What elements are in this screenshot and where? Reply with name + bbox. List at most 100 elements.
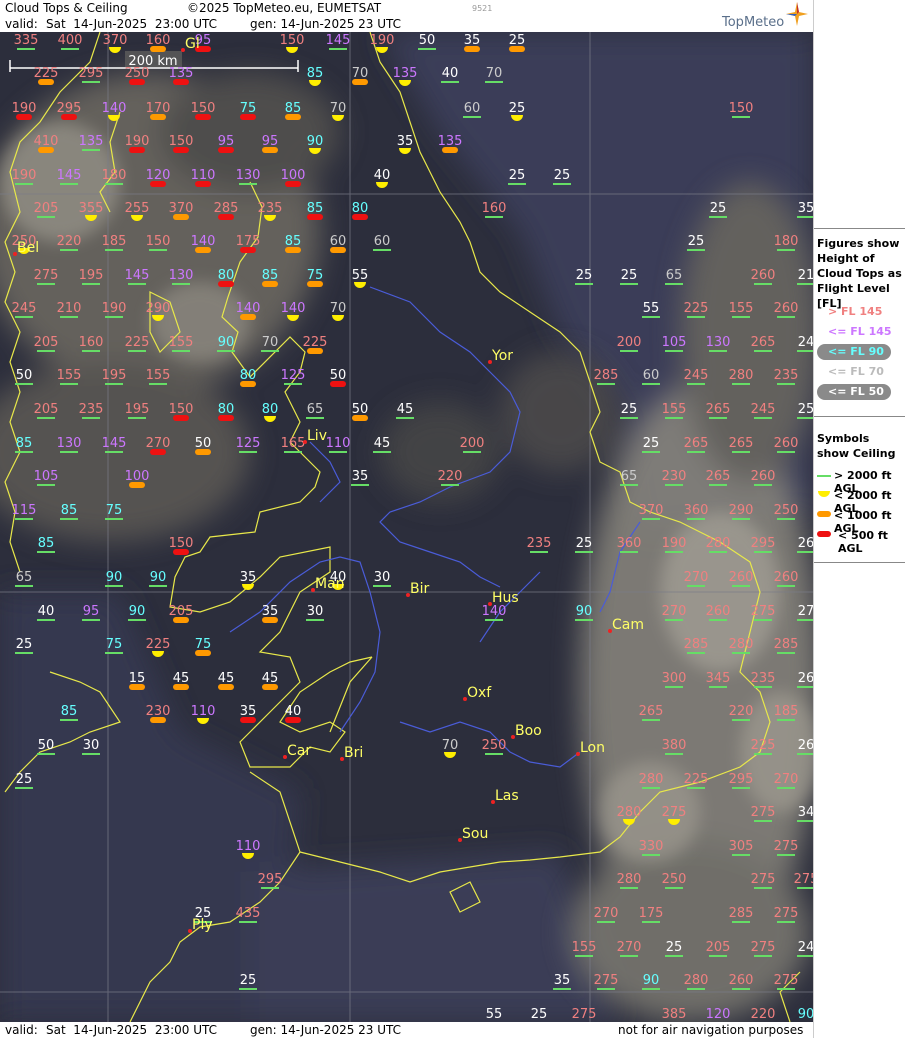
disclaimer: not for air navigation purposes bbox=[618, 1023, 804, 1037]
station-marker: 70 bbox=[352, 66, 369, 85]
cloud-top-value: 280 bbox=[729, 637, 754, 652]
station-marker: 280 bbox=[729, 368, 753, 385]
cloud-top-value: 195 bbox=[125, 402, 150, 417]
cloud-top-value: 175 bbox=[639, 906, 664, 921]
station-marker: 90 bbox=[217, 335, 235, 352]
station-marker: 25 bbox=[575, 268, 593, 285]
station-marker: 155 bbox=[57, 368, 81, 385]
cloud-top-value: 25 bbox=[16, 772, 33, 787]
cloud-top-value: 95 bbox=[83, 604, 100, 619]
station-marker: 195 bbox=[125, 402, 150, 419]
station-marker: 220 bbox=[751, 1007, 776, 1022]
station-marker: 25 bbox=[709, 201, 727, 218]
cloud-top-value: 75 bbox=[307, 268, 324, 283]
cloud-top-value: 25 bbox=[554, 168, 571, 183]
cloud-top-value: 275 bbox=[594, 973, 619, 988]
station-marker: 90 bbox=[575, 604, 593, 621]
ceiling-half-circle-icon bbox=[818, 491, 830, 497]
cloud-top-value: 45 bbox=[262, 671, 279, 686]
cloud-top-value: 270 bbox=[684, 570, 709, 585]
station-marker: 280 bbox=[729, 637, 754, 654]
cloud-top-value: 35 bbox=[240, 704, 257, 719]
cloud-top-value: 160 bbox=[146, 33, 171, 48]
map-header: Cloud Tops & Ceiling ©2025 TopMeteo.eu, … bbox=[0, 0, 813, 32]
station-marker: 85 bbox=[285, 101, 301, 120]
cloud-top-value: 70 bbox=[352, 66, 369, 81]
station-marker: 185 bbox=[774, 704, 798, 721]
station-marker: 50 bbox=[418, 33, 436, 50]
cloud-top-value: 65 bbox=[307, 402, 324, 417]
cloud-top-value: 110 bbox=[191, 704, 216, 719]
station-marker: 25 bbox=[620, 268, 638, 285]
cloud-top-value: 25 bbox=[509, 168, 526, 183]
station-marker: 245 bbox=[12, 301, 36, 318]
station-marker: 145 bbox=[102, 436, 126, 453]
cloud-top-value: 250 bbox=[774, 503, 799, 518]
cloud-top-value: 275 bbox=[774, 973, 799, 988]
cloud-top-value: 25 bbox=[576, 536, 593, 551]
station-marker: 25 bbox=[575, 536, 593, 553]
station-marker: 25 bbox=[508, 168, 526, 185]
topmeteo-logo: TopMeteo bbox=[722, 2, 812, 32]
station-marker: 285 bbox=[774, 637, 798, 654]
cloud-top-value: 380 bbox=[662, 738, 687, 753]
satellite-map[interactable]: 200 km 335 400 370 160 95 150 145 190 50 35 25 225 2… bbox=[0, 32, 813, 1022]
cloud-top-value: 24 bbox=[798, 335, 813, 350]
cloud-top-value: 75 bbox=[106, 503, 123, 518]
cloud-top-value: 205 bbox=[706, 940, 731, 955]
station-marker: 35 bbox=[351, 469, 369, 486]
cloud-top-value: 75 bbox=[240, 101, 257, 116]
station-marker: 140 bbox=[482, 604, 506, 621]
cloud-top-value: 25 bbox=[643, 436, 660, 451]
cloud-top-value: 250 bbox=[482, 738, 507, 753]
city-label: Boo bbox=[515, 723, 542, 739]
station-marker: 380 bbox=[662, 738, 687, 755]
compass-star-icon bbox=[786, 2, 808, 26]
map-title: Cloud Tops & Ceiling bbox=[5, 1, 128, 15]
station-marker: 65 bbox=[620, 469, 638, 486]
cloud-top-value: 120 bbox=[706, 1007, 731, 1022]
cloud-top-value: 80 bbox=[218, 268, 235, 283]
cloud-top-value: 25 bbox=[666, 940, 683, 955]
station-marker: 270 bbox=[594, 906, 618, 923]
cloud-top-value: 125 bbox=[281, 368, 306, 383]
station-marker: 275 bbox=[751, 940, 775, 957]
footer-valid-label: valid: bbox=[5, 1023, 38, 1037]
station-marker: 245 bbox=[751, 402, 776, 419]
station-marker: 60 bbox=[373, 234, 391, 251]
cloud-top-value: 65 bbox=[16, 570, 33, 585]
cloud-top-value: 150 bbox=[169, 134, 194, 149]
station-marker: 145 bbox=[125, 268, 149, 285]
city-label: Man bbox=[315, 576, 345, 592]
cloud-top-value: 27 bbox=[798, 604, 813, 619]
station-marker: 35 bbox=[464, 33, 480, 52]
cloud-top-value: 220 bbox=[729, 704, 754, 719]
cloud-top-value: 25 bbox=[688, 234, 705, 249]
cloud-top-value: 140 bbox=[191, 234, 216, 249]
cloud-top-value: 260 bbox=[729, 973, 754, 988]
station-marker: 260 bbox=[729, 570, 753, 587]
cloud-top-value: 245 bbox=[751, 402, 776, 417]
cloud-top-value: 205 bbox=[34, 201, 59, 216]
city-bir: Bir bbox=[406, 581, 429, 597]
cloud-top-value: 30 bbox=[83, 738, 100, 753]
cloud-top-value: 70 bbox=[330, 101, 347, 116]
copyright: ©2025 TopMeteo.eu, EUMETSAT bbox=[187, 1, 382, 15]
city-bri: Bri bbox=[340, 745, 363, 761]
station-marker: 265 bbox=[639, 704, 663, 721]
cloud-top-value: 155 bbox=[662, 402, 687, 417]
footer-gen-time: gen: 14-Jun-2025 23 UTC bbox=[250, 1023, 402, 1037]
cloud-top-value: 135 bbox=[169, 66, 194, 81]
cloud-top-value: 65 bbox=[621, 469, 638, 484]
cloud-top-value: 26 bbox=[798, 536, 813, 551]
station-marker: 185 bbox=[102, 234, 126, 251]
station-marker: 265 bbox=[706, 469, 730, 486]
station-marker: 25 bbox=[665, 940, 683, 957]
cloud-top-value: 35 bbox=[798, 201, 813, 216]
city-yor: Yor bbox=[488, 348, 513, 364]
station-marker: 295 bbox=[258, 872, 282, 889]
cloud-top-value: 95 bbox=[262, 134, 279, 149]
cloud-top-value: 230 bbox=[146, 704, 171, 719]
city-las: Las bbox=[491, 788, 519, 804]
cloud-top-value: 200 bbox=[617, 335, 642, 350]
